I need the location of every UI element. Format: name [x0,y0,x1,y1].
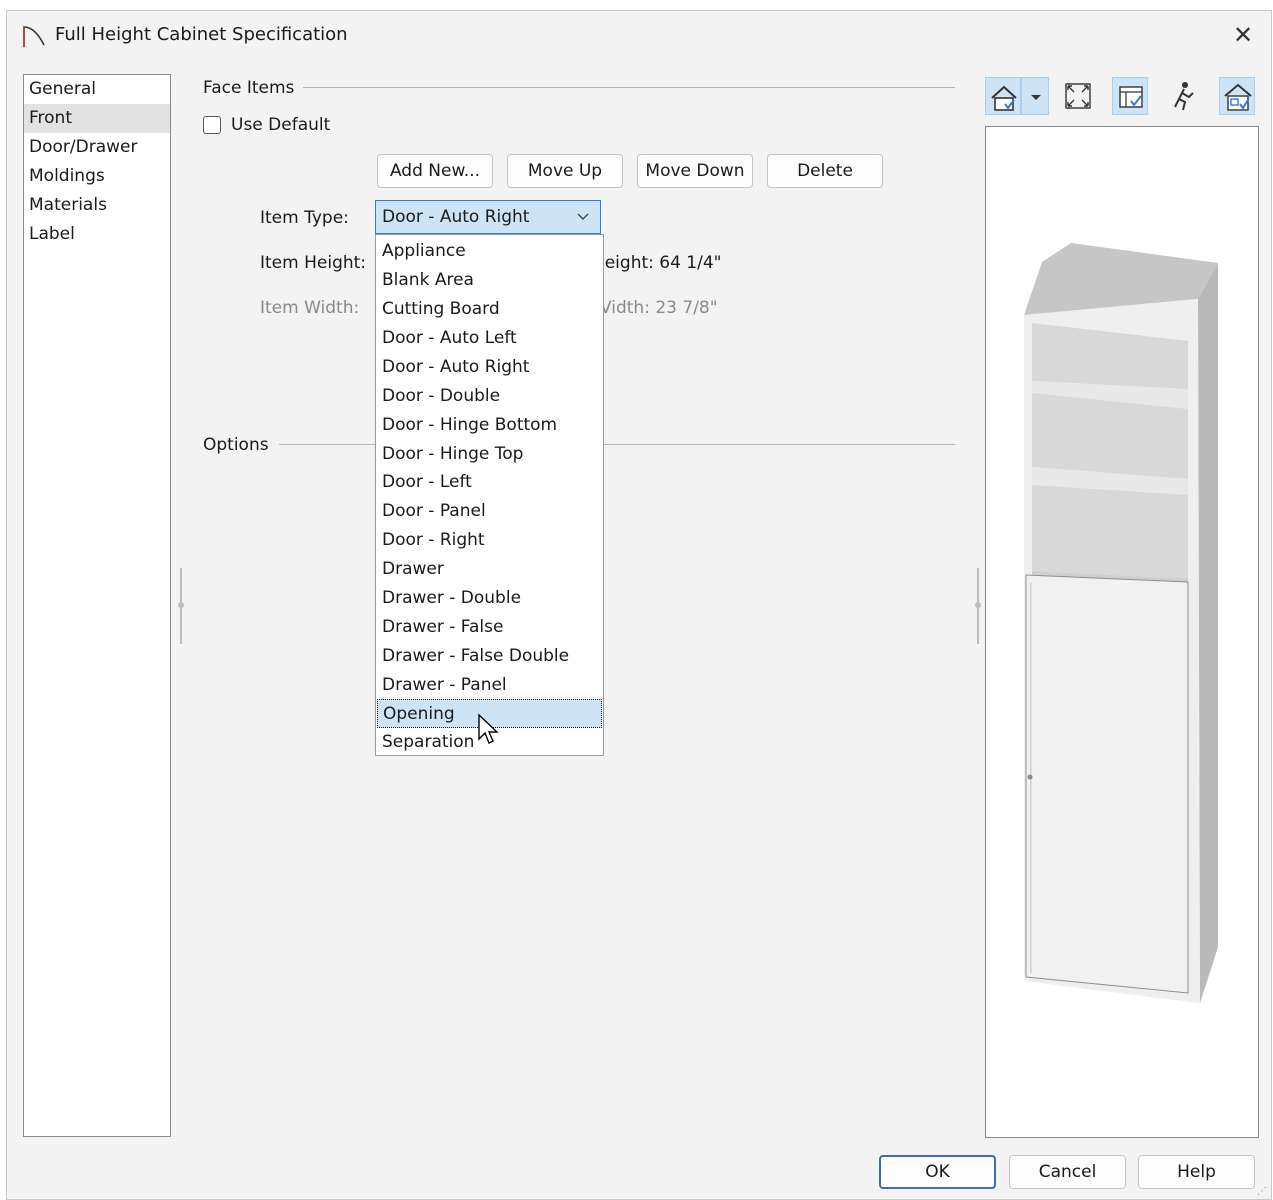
cabinet-spec-dialog: Full Height Cabinet Specification ✕ Gene… [6,10,1272,1200]
nav-item-moldings[interactable]: Moldings [24,162,170,191]
dropdown-item-door-hinge-bottom[interactable]: Door - Hinge Bottom [377,411,602,440]
category-list: General Front Door/Drawer Moldings Mater… [23,74,171,1137]
item-type-label: Item Type: [260,208,349,228]
toggle-layers-icon[interactable] [1112,77,1148,115]
dropdown-item-drawer-false[interactable]: Drawer - False [377,613,602,642]
item-type-select[interactable]: Door - Auto Right [375,200,601,234]
add-new-button[interactable]: Add New... [377,154,493,188]
title-bar: Full Height Cabinet Specification ✕ [7,11,1271,61]
app-logo-icon [23,26,45,47]
ok-button[interactable]: OK [879,1155,996,1189]
width-readout: Vidth: 23 7/8" [600,298,718,318]
options-divider-left [279,444,375,445]
dropdown-item-cutting-board[interactable]: Cutting Board [377,295,602,324]
dropdown-item-door-double[interactable]: Door - Double [377,382,602,411]
dropdown-item-door-left[interactable]: Door - Left [377,468,602,497]
camera-view-icon[interactable] [985,77,1021,115]
cancel-button[interactable]: Cancel [1009,1155,1126,1189]
dropdown-item-drawer-panel[interactable]: Drawer - Panel [377,671,602,700]
toggle-3d-icon[interactable] [1219,77,1255,115]
cabinet-3d-render [1024,243,1218,1003]
item-width-label: Item Width: [260,298,360,318]
nav-item-materials[interactable]: Materials [24,191,170,220]
close-icon[interactable]: ✕ [1229,21,1257,49]
face-items-divider [303,87,955,88]
options-divider-right [604,444,955,445]
nav-item-door-drawer[interactable]: Door/Drawer [24,133,170,162]
left-splitter-handle[interactable] [178,568,184,644]
dropdown-item-door-panel[interactable]: Door - Panel [377,497,602,526]
height-readout: leight: 64 1/4" [600,253,722,273]
fill-window-icon[interactable] [1059,77,1095,115]
dropdown-item-door-auto-right[interactable]: Door - Auto Right [377,353,602,382]
dropdown-item-appliance[interactable]: Appliance [377,237,602,266]
dropdown-item-door-hinge-top[interactable]: Door - Hinge Top [377,440,602,469]
dropdown-item-blank-area[interactable]: Blank Area [377,266,602,295]
move-down-button[interactable]: Move Down [637,154,753,188]
dropdown-item-door-right[interactable]: Door - Right [377,526,602,555]
face-items-heading: Face Items [203,78,295,98]
nav-item-label[interactable]: Label [24,220,170,249]
use-default-label: Use Default [231,115,331,135]
dropdown-arrow-icon[interactable] [1021,77,1049,115]
item-type-value: Door - Auto Right [382,207,530,227]
dropdown-item-drawer[interactable]: Drawer [377,555,602,584]
walkthrough-icon[interactable] [1165,77,1201,115]
dropdown-item-drawer-false-double[interactable]: Drawer - False Double [377,642,602,671]
right-splitter-handle[interactable] [975,568,981,644]
resize-grip-icon[interactable]: ⋰ [1257,1186,1267,1197]
cabinet-preview-pane[interactable] [985,126,1259,1138]
move-up-button[interactable]: Move Up [507,154,623,188]
use-default-checkbox[interactable] [203,116,221,134]
item-height-label: Item Height: [260,253,367,273]
delete-button[interactable]: Delete [767,154,883,188]
options-heading: Options [203,435,269,455]
mouse-pointer-icon [478,713,499,744]
help-button[interactable]: Help [1138,1155,1255,1189]
dropdown-item-door-auto-left[interactable]: Door - Auto Left [377,324,602,353]
dropdown-item-drawer-double[interactable]: Drawer - Double [377,584,602,613]
chevron-down-icon [577,213,589,220]
nav-item-general[interactable]: General [24,75,170,104]
item-type-dropdown-list: Appliance Blank Area Cutting Board Door … [375,234,604,756]
nav-item-front[interactable]: Front [24,104,170,133]
window-title: Full Height Cabinet Specification [55,24,348,45]
